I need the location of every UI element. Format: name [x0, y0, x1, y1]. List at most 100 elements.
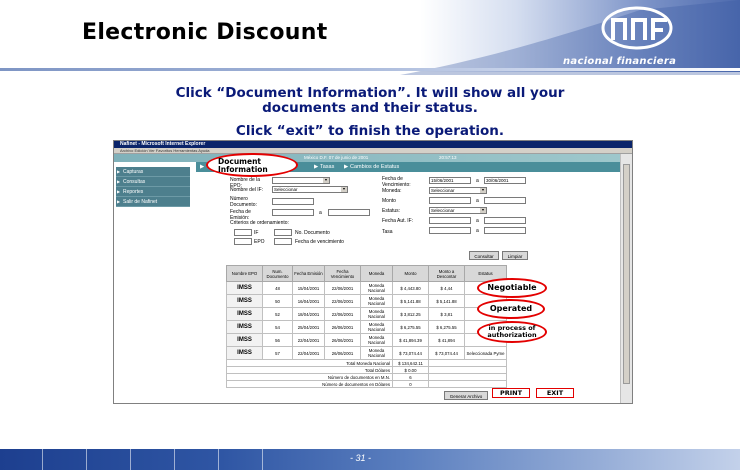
generar-archivo-button[interactable]: Generar Archivo: [444, 391, 488, 400]
table-row[interactable]: IMSS 54 25/04/2001 26/06/2001 Moneda Nac…: [226, 320, 507, 334]
fecha-emision-to[interactable]: [328, 209, 370, 216]
total-row: Total Moneda Nacional $ 134,642.11: [226, 359, 507, 367]
num-doc-input[interactable]: [272, 198, 314, 205]
slide-title: Electronic Discount: [82, 20, 328, 45]
monto-from[interactable]: [429, 197, 471, 204]
instruction-line: Click “Document Information”. It will sh…: [175, 85, 565, 101]
page-number: - 31 -: [350, 453, 372, 463]
footer-separator: [262, 449, 263, 470]
col-header-fecha-venc: Fecha Vencimiento: [324, 265, 361, 282]
cell-moneda: Moneda Nacional: [360, 346, 393, 360]
a-label: a: [476, 198, 479, 204]
col-header-moneda: Moneda: [360, 265, 393, 282]
documents-table: Nombre EPO Num. Documento Fecha Emisión …: [226, 265, 507, 388]
table-row[interactable]: IMSS 57 22/04/2001 26/06/2001 Moneda Nac…: [226, 346, 507, 360]
sort-epo-label: EPO: [254, 239, 265, 245]
cell-monto: $ 5,141.88: [392, 294, 429, 308]
cell-monto: $ 4,443.80: [392, 281, 429, 295]
footer-separator: [130, 449, 131, 470]
document-information-callout[interactable]: Document Information: [206, 153, 298, 177]
menu-item-capturas[interactable]: Capturas: [116, 167, 190, 177]
nav-tab-tasas[interactable]: Tasas: [320, 162, 334, 172]
moneda-label: Moneda:: [382, 188, 402, 194]
limpiar-button[interactable]: Limpiar: [502, 251, 528, 260]
menu-item-salir[interactable]: Salir de Nafinet: [116, 197, 190, 207]
footer-separator: [42, 449, 43, 470]
operated-callout: Operated: [477, 299, 545, 319]
menu-item-consultas[interactable]: Consultas: [116, 177, 190, 187]
nav-tab-cambios-estatus[interactable]: Cambios de Estatus: [350, 162, 399, 172]
cell-num-doc: 56: [262, 333, 293, 347]
col-header-num-doc: Num. Documento: [262, 265, 293, 282]
sort-epo-input[interactable]: [234, 238, 252, 245]
if-select[interactable]: Seleccionar: [272, 186, 348, 193]
total-value: $ 134,642.11: [392, 359, 429, 367]
moneda-select[interactable]: Seleccionar: [429, 187, 487, 194]
epo-select[interactable]: [272, 177, 330, 184]
fecha-venc-to[interactable]: 30/06/2001: [484, 177, 526, 184]
cell-moneda: Moneda Nacional: [360, 294, 393, 308]
logo-text: nacional financiera: [563, 56, 677, 67]
fecha-venc-from[interactable]: 15/06/2001: [429, 177, 471, 184]
left-menu-items: Capturas Consultas Reportes Salir de Naf…: [116, 167, 190, 207]
a-label: a: [319, 210, 322, 216]
total-row: Total Dólares $ 0.00: [226, 366, 507, 374]
cell-epo: IMSS: [226, 333, 263, 347]
fecha-emision-from[interactable]: [272, 209, 314, 216]
total-row: Número de documentos en M.N. 6: [226, 373, 507, 381]
cell-fecha-venc: 26/06/2001: [324, 346, 361, 360]
sort-if-input[interactable]: [234, 229, 252, 236]
app-header-bar: México D.F. 07 de junio de 2001 20:57:13: [114, 154, 632, 162]
table-row[interactable]: IMSS 50 16/04/2001 22/06/2001 Moneda Nac…: [226, 294, 507, 308]
cell-num-doc: 48: [262, 281, 293, 295]
table-row[interactable]: IMSS 56 22/04/2001 26/06/2001 Moneda Nac…: [226, 333, 507, 347]
cell-monto-descontar: $ 6,275.55: [428, 320, 465, 334]
browser-scrollbar[interactable]: [620, 154, 632, 403]
footer-separator: [218, 449, 219, 470]
estatus-select[interactable]: Seleccionar: [429, 207, 487, 214]
fecha-aut-from[interactable]: [429, 217, 471, 224]
nav-arrow-icon: ▶: [200, 164, 205, 170]
instruction-exit: Click “exit” to finish the operation.: [235, 123, 505, 139]
exit-button[interactable]: EXIT: [536, 388, 574, 398]
cell-fecha-emision: 16/04/2001: [292, 294, 325, 308]
table-row[interactable]: IMSS 48 15/04/2001 22/06/2001 Moneda Nac…: [226, 281, 507, 295]
print-button[interactable]: PRINT: [492, 388, 530, 398]
nav-arrow-icon: ▶: [344, 164, 349, 170]
browser-title-bar: Nafinet - Microsoft Internet Explorer: [114, 141, 632, 148]
cell-num-doc: 50: [262, 294, 293, 308]
cell-epo: IMSS: [226, 281, 263, 295]
a-label: a: [476, 228, 479, 234]
total-spacer: [428, 380, 507, 388]
nav-arrow-icon: ▶: [314, 164, 319, 170]
tasa-from[interactable]: [429, 227, 471, 234]
if-label: Nombre del IF:: [230, 187, 264, 193]
cell-monto: $ 41,894.39: [392, 333, 429, 347]
total-spacer: [428, 359, 507, 367]
cell-num-doc: 52: [262, 307, 293, 321]
consultar-button[interactable]: Consultar: [469, 251, 499, 260]
scrollbar-thumb[interactable]: [623, 164, 630, 384]
cell-fecha-emision: 22/04/2001: [292, 333, 325, 347]
a-label: a: [476, 178, 479, 184]
title-rule: [0, 68, 740, 71]
total-label: Número de documentos en Dólares: [226, 380, 393, 388]
total-spacer: [428, 366, 507, 374]
fecha-aut-label: Fecha Aut. IF:: [382, 218, 414, 224]
table-row[interactable]: IMSS 52 18/04/2001 22/06/2001 Moneda Nac…: [226, 307, 507, 321]
cell-epo: IMSS: [226, 320, 263, 334]
instruction-document-information: Click “Document Information”. It will sh…: [0, 86, 740, 116]
criterios-label: Criterios de ordenamiento:: [230, 220, 289, 226]
sort-fecha-venc-input[interactable]: [274, 238, 292, 245]
header-time: 20:57:13: [439, 155, 457, 160]
fecha-aut-to[interactable]: [484, 217, 526, 224]
cell-moneda: Moneda Nacional: [360, 307, 393, 321]
footer-separator: [174, 449, 175, 470]
monto-to[interactable]: [484, 197, 526, 204]
tasa-to[interactable]: [484, 227, 526, 234]
total-label: Total Moneda Nacional: [226, 359, 393, 367]
sort-num-doc-input[interactable]: [274, 229, 292, 236]
cell-fecha-venc: 22/06/2001: [324, 281, 361, 295]
cell-monto-descontar: $ 73,074.44: [428, 346, 465, 360]
menu-item-reportes[interactable]: Reportes: [116, 187, 190, 197]
